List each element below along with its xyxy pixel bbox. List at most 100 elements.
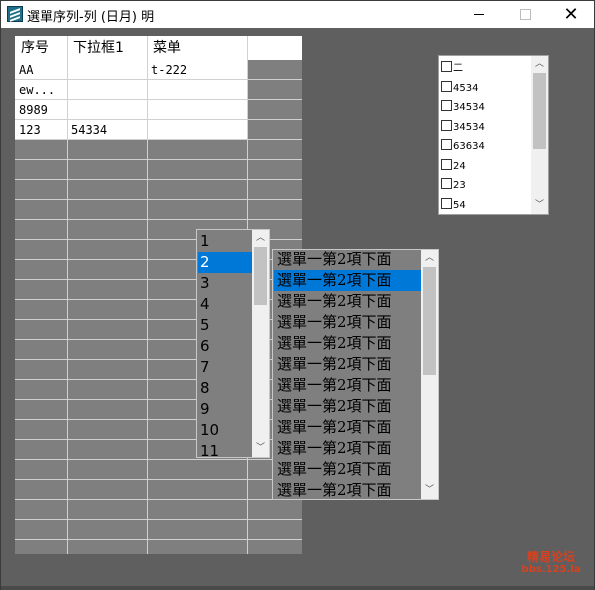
table-row[interactable]: 123 54334 <box>15 120 302 140</box>
grid-cell[interactable] <box>67 100 147 120</box>
list-item[interactable]: 11 <box>198 441 254 457</box>
grid-cell[interactable]: AA <box>15 60 67 80</box>
list-item[interactable]: 選單一第2項下面 <box>274 333 422 354</box>
column-divider <box>147 36 148 554</box>
list-item[interactable]: 選單一第2項下面 <box>274 480 422 499</box>
list-item[interactable]: 5 <box>198 315 254 336</box>
app-icon <box>7 6 23 22</box>
list-item[interactable]: 選單一第2項下面 <box>274 270 422 291</box>
number-listbox[interactable]: 11 10 9 8 7 6 5 4 3 2 1 ︿ ﹀ <box>196 229 270 458</box>
table-row[interactable]: ew... <box>15 80 302 100</box>
table-row[interactable]: 8989 <box>15 100 302 120</box>
forum-watermark: 精易论坛 bbs.125.la <box>518 550 584 576</box>
scroll-up-icon[interactable]: ︿ <box>252 230 269 247</box>
checkbox-icon[interactable] <box>441 139 452 150</box>
table-row[interactable] <box>15 140 302 160</box>
checklist-item-label: 34534 <box>453 121 485 133</box>
checklist-item-label: 23 <box>453 180 466 191</box>
list-item[interactable]: 選單一第2項下面 <box>274 375 422 396</box>
minimize-button[interactable] <box>456 1 502 28</box>
list-item[interactable]: 6 <box>198 336 254 357</box>
maximize-button[interactable] <box>502 1 548 28</box>
table-row[interactable] <box>15 480 302 500</box>
checklist-item[interactable]: 34534 <box>441 118 485 137</box>
scroll-thumb[interactable] <box>254 247 267 305</box>
list-item[interactable]: 選單一第2項下面 <box>274 291 422 312</box>
checkbox-icon[interactable] <box>441 80 452 92</box>
list-item[interactable]: 選單一第2項下面 <box>274 354 422 375</box>
list-item[interactable]: 4 <box>198 294 254 315</box>
checklist-item-label: 24 <box>453 160 466 172</box>
scroll-up-icon[interactable]: ︿ <box>421 250 438 267</box>
scroll-down-icon[interactable]: ﹀ <box>531 197 548 214</box>
table-row[interactable] <box>15 160 302 180</box>
list-item[interactable]: 7 <box>198 357 254 378</box>
list-item[interactable]: 選單一第2項下面 <box>274 312 422 333</box>
checklist-item-label: 4534 <box>453 82 479 94</box>
checklist-item[interactable]: 24 <box>441 157 466 176</box>
grid-cell[interactable] <box>147 100 247 120</box>
checklist-item[interactable]: 54 <box>441 196 466 215</box>
list-item[interactable]: 選單一第2項下面 <box>274 417 422 438</box>
list-item[interactable]: 選單一第2項下面 <box>274 396 422 417</box>
minimize-icon <box>474 14 484 15</box>
grid-header-cell[interactable]: 下拉框1 <box>67 36 147 60</box>
scroll-thumb[interactable] <box>423 267 436 375</box>
checkbox-icon[interactable] <box>441 158 452 170</box>
list-item[interactable]: 選單一第2項下面 <box>274 250 422 270</box>
checklist-item[interactable]: 4534 <box>441 79 478 98</box>
list-item[interactable]: 9 <box>198 399 254 420</box>
grid-header-cell[interactable] <box>247 36 302 60</box>
grid-cell[interactable]: ew... <box>15 80 67 100</box>
list-item[interactable]: 2 <box>198 252 254 273</box>
list-item[interactable]: 3 <box>198 273 254 294</box>
checkbox-icon[interactable] <box>441 100 452 111</box>
grid-header-cell[interactable]: 序号 <box>15 36 67 60</box>
checklist-item-label: 34534 <box>453 102 485 113</box>
close-button[interactable]: ✕ <box>548 1 594 28</box>
checkbox-icon[interactable] <box>441 178 452 189</box>
checklist-item[interactable]: 34534 <box>441 98 485 117</box>
table-row[interactable] <box>15 460 302 480</box>
status-strip <box>1 586 594 590</box>
table-row[interactable] <box>15 200 302 220</box>
title-bar[interactable]: 選單序列-列 (日月) 明 ✕ <box>1 1 594 28</box>
grid-cell[interactable] <box>67 60 147 80</box>
list-item[interactable]: 選單一第2項下面 <box>274 459 422 480</box>
scroll-down-icon[interactable]: ﹀ <box>421 482 438 499</box>
table-row[interactable] <box>15 180 302 200</box>
checklist-item-label: 63634 <box>453 141 485 152</box>
scroll-down-icon[interactable]: ﹀ <box>252 440 269 457</box>
scroll-thumb[interactable] <box>533 73 546 149</box>
table-row[interactable] <box>15 520 302 540</box>
list-item[interactable]: 8 <box>198 378 254 399</box>
list2-scrollbar[interactable]: ︿ ﹀ <box>421 250 438 499</box>
grid-cell[interactable]: 54334 <box>67 120 147 140</box>
menu-listbox[interactable]: 選單一第2項下面 選單一第2項下面 選單一第2項下面 選單一第2項下面 選單一第2項下面… <box>272 249 439 500</box>
scroll-up-icon[interactable]: ︿ <box>531 56 548 73</box>
window-title: 選單序列-列 (日月) 明 <box>27 10 155 25</box>
table-row[interactable] <box>15 540 302 554</box>
checkbox-list[interactable]: 43535423246363434534345344534二 ︿ ﹀ <box>438 55 549 215</box>
checklist-item[interactable]: 23 <box>441 176 466 195</box>
table-row[interactable] <box>15 500 302 520</box>
grid-cell[interactable]: 123 <box>15 120 67 140</box>
checklist-item[interactable]: 63634 <box>441 137 485 156</box>
grid-cell[interactable]: t-222 <box>147 60 247 80</box>
checklist-scrollbar[interactable]: ︿ ﹀ <box>531 56 548 214</box>
list1-scrollbar[interactable]: ︿ ﹀ <box>252 230 269 457</box>
grid-cell[interactable] <box>67 80 147 100</box>
table-row[interactable]: AA t-222 <box>15 60 302 80</box>
checkbox-icon[interactable] <box>441 119 452 131</box>
list-item[interactable]: 10 <box>198 420 254 441</box>
list-item[interactable]: 1 <box>198 231 254 252</box>
watermark-title: 精易论坛 <box>526 550 575 564</box>
grid-cell[interactable]: 8989 <box>15 100 67 120</box>
grid-header-cell[interactable]: 菜单 <box>147 36 247 60</box>
grid-cell[interactable] <box>147 80 247 100</box>
checklist-item[interactable]: 二 <box>441 59 463 78</box>
checkbox-icon[interactable] <box>441 197 452 209</box>
checkbox-icon[interactable] <box>441 61 452 72</box>
grid-cell[interactable] <box>147 120 247 140</box>
list-item[interactable]: 選單一第2項下面 <box>274 438 422 459</box>
